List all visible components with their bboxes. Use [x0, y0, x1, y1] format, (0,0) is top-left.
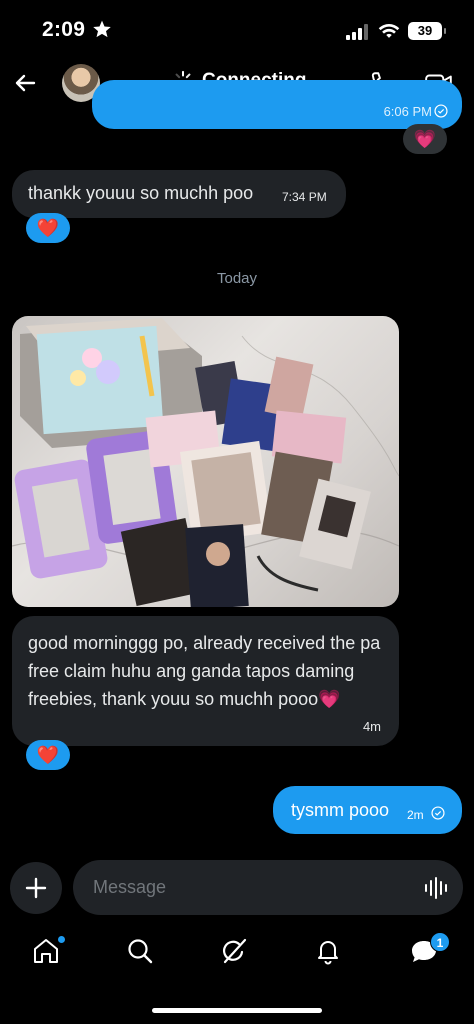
message-reaction[interactable]: ❤️ [26, 740, 70, 770]
wifi-icon [378, 24, 400, 38]
message-text: tysmm pooo [291, 800, 390, 820]
photo-attachment[interactable] [12, 316, 399, 607]
add-attachment-button[interactable] [10, 862, 62, 914]
unread-dot [58, 936, 65, 943]
grok-icon [223, 938, 247, 964]
message-text: thankk youuu so muchh poo [28, 183, 254, 203]
message-text: good morninggg po, already received the … [28, 633, 381, 709]
tab-home[interactable] [31, 936, 65, 970]
message-bubble-incoming[interactable]: good morninggg po, already received the … [12, 616, 399, 746]
bell-icon [318, 941, 338, 965]
date-separator: Today [216, 270, 258, 287]
message-time: 2m [407, 808, 424, 822]
star-icon [93, 20, 111, 38]
tab-notifications[interactable] [313, 936, 347, 970]
message-bubble-outgoing[interactable]: tysmm pooo 2m [273, 786, 462, 834]
message-input-placeholder: Message [93, 877, 167, 897]
status-bar: 2:09 39 [0, 0, 474, 60]
waveform-icon[interactable] [423, 875, 449, 901]
check-circle-icon [431, 806, 445, 820]
battery-indicator: 39 [408, 22, 446, 40]
arrow-left-icon[interactable] [10, 68, 40, 98]
home-icon [34, 939, 58, 963]
tab-search[interactable] [125, 936, 159, 970]
home-indicator [152, 1008, 322, 1013]
plus-icon [25, 877, 47, 899]
check-circle-icon [434, 104, 448, 118]
tab-messages[interactable]: 1 [408, 932, 450, 970]
message-time: 4m [362, 719, 381, 734]
message-time: 6:06 PM [383, 104, 432, 119]
message-reaction[interactable]: 💗 [403, 124, 447, 154]
search-icon [128, 939, 153, 964]
status-time: 2:09 [42, 18, 86, 41]
message-input[interactable]: Message [73, 860, 463, 915]
message-time: 7:34 PM [282, 190, 327, 204]
tab-grok[interactable] [219, 936, 253, 970]
photo-content [12, 318, 399, 607]
bottom-tab-bar: 1 [0, 928, 474, 988]
message-bubble-outgoing[interactable]: 6:06 PM [92, 80, 462, 129]
signal-icon [346, 24, 368, 40]
unread-badge: 1 [430, 932, 450, 952]
message-bubble-incoming[interactable]: thankk youuu so muchh poo 7:34 PM [12, 170, 346, 218]
message-reaction[interactable]: ❤️ [26, 213, 70, 243]
